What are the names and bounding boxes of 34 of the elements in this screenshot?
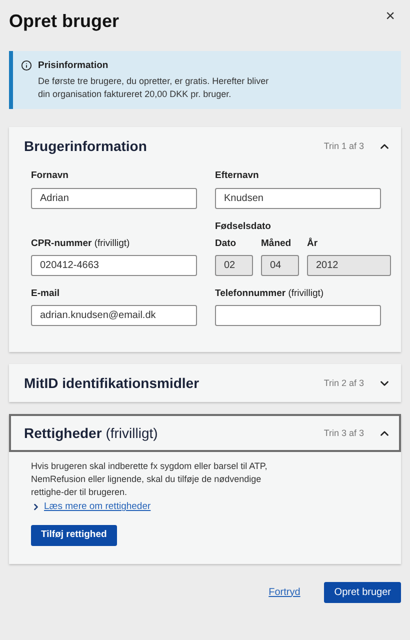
info-text: De første tre brugere, du opretter, er gratis. Herefter bliver din organisation faktureret 20,00 DKK pr. bruger. xyxy=(38,75,270,102)
input-field[interactable]: Adrian xyxy=(31,188,197,208)
field-label: Dato xyxy=(215,236,238,251)
step-indicator: Trin 1 af 3 xyxy=(324,140,364,152)
section-title: MitID identifikationsmidler xyxy=(24,374,200,393)
section-title: Brugerinformation xyxy=(24,136,148,156)
field-label: CPR-nummer (frivilligt) xyxy=(31,236,131,251)
field-label: Telefonnummer (frivilligt) xyxy=(215,287,325,301)
step-indicator: Trin 2 af 3 xyxy=(324,376,364,390)
field-label: Fødselsdato xyxy=(215,220,272,234)
input-field[interactable]: adrian.knudsen@email.dk xyxy=(31,305,197,326)
accordion-header[interactable]: MitID identifikationsmidler Trin 2 af 3 xyxy=(9,364,401,402)
input-field[interactable]: Knudsen xyxy=(215,188,381,208)
cancel-link[interactable]: Fortryd xyxy=(268,584,300,600)
description-text: Hvis brugeren skal indberette fx sygdom eller barsel til ATP, NemRefusion eller lignende, skal du tilføje de nødvendige rettighe-der til brugeren. xyxy=(31,460,268,500)
info-title: Prisinformation xyxy=(38,59,110,73)
step-indicator: Trin 3 af 3 xyxy=(324,426,364,440)
field-label: Måned xyxy=(261,236,292,251)
accordion-header[interactable]: Rettigheder (frivilligt) Trin 3 af 3 xyxy=(9,414,401,452)
close-button[interactable]: × xyxy=(386,9,395,25)
dialog-title: Opret bruger xyxy=(9,10,120,33)
field-label: Efternavn xyxy=(215,169,260,184)
add-permission-button[interactable]: Tilføj rettighed xyxy=(31,524,117,546)
field-label: Fornavn xyxy=(31,169,70,184)
accordion-header[interactable]: Brugerinformation Trin 1 af 3 xyxy=(9,127,401,166)
field-label: År xyxy=(307,236,319,251)
section-title: Rettigheder (frivilligt) xyxy=(24,424,159,443)
input-field[interactable] xyxy=(215,305,381,326)
submit-button[interactable]: Opret bruger xyxy=(324,582,401,602)
read-more-link[interactable]: Læs mere om rettigheder xyxy=(44,500,151,514)
info-icon xyxy=(21,60,32,71)
field-label: E-mail xyxy=(31,287,61,301)
input-field[interactable]: 020412-4663 xyxy=(31,255,197,276)
chevron-right-icon xyxy=(31,502,41,512)
